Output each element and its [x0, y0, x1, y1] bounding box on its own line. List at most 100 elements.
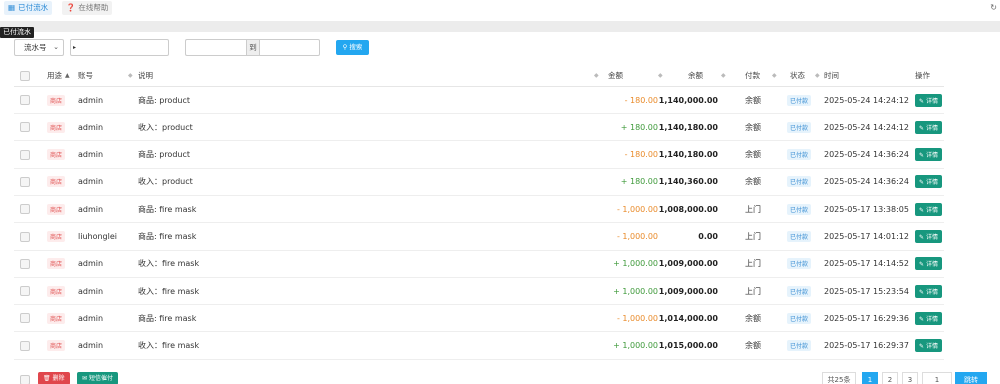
sort-icon: ◆	[594, 72, 599, 79]
col-payment[interactable]: 付款	[745, 65, 760, 86]
time-cell: 2025-05-24 14:24:12	[824, 122, 909, 132]
row-checkbox[interactable]	[20, 305, 30, 331]
sort-icon: ◆	[658, 72, 663, 79]
detail-cell: ✎ 详情	[915, 224, 942, 250]
purpose-cell: 商店	[47, 114, 66, 140]
account-cell: admin	[78, 122, 104, 132]
table-row: 商店 admin 收入：fire mask + 1,000.00 1,009,0…	[14, 251, 944, 278]
tab-online-help-label: 在线帮助	[78, 3, 109, 12]
purpose-badge: 商店	[47, 94, 66, 106]
purpose-cell: 商店	[47, 87, 66, 113]
col-balance[interactable]: 余额	[688, 65, 703, 86]
calendar-icon: ▦	[8, 3, 16, 12]
field-select-value: 流水号	[24, 43, 47, 52]
row-checkbox[interactable]	[20, 278, 30, 304]
row-checkbox[interactable]	[20, 169, 30, 195]
purpose-badge: 商店	[47, 176, 66, 188]
status-badge: 已付款	[787, 258, 812, 270]
amount-cell: + 1,000.00	[613, 341, 658, 351]
row-checkbox[interactable]	[20, 224, 30, 250]
footer-select-all-checkbox[interactable]	[20, 374, 30, 384]
time-cell: 2025-05-24 14:24:12	[824, 95, 909, 105]
search-button[interactable]: ⚲ 搜索	[336, 40, 369, 55]
status-cell: 已付款	[787, 251, 812, 277]
date-to-input[interactable]	[259, 39, 320, 56]
detail-button[interactable]: ✎ 详情	[915, 93, 942, 107]
table-row: 商店 admin 商品: product - 180.00 1,140,180.…	[14, 142, 944, 169]
status-badge: 已付款	[787, 94, 812, 106]
col-purpose[interactable]: 用途 ▲	[47, 65, 70, 86]
detail-button[interactable]: ✎ 详情	[915, 175, 942, 189]
col-amount[interactable]: 金额	[608, 65, 623, 86]
sms-remind-button[interactable]: ✉ 短信催付	[77, 372, 118, 384]
edit-icon: ✎	[919, 343, 925, 351]
refresh-icon[interactable]: ↻	[990, 3, 997, 12]
detail-button[interactable]: ✎ 详情	[915, 230, 942, 243]
detail-button[interactable]: ✎ 详情	[915, 311, 942, 325]
status-cell: 已付款	[787, 196, 812, 222]
page-jump-button[interactable]: 跳转	[955, 372, 987, 384]
page-3-button[interactable]: 3	[902, 372, 918, 384]
col-account[interactable]: 账号	[78, 65, 93, 86]
row-checkbox[interactable]	[20, 196, 30, 222]
edit-icon: ✎	[919, 179, 925, 187]
col-action: 操作	[915, 71, 930, 80]
description-cell: 收入：fire mask	[138, 341, 200, 351]
col-time[interactable]: 时间	[824, 65, 839, 86]
edit-icon: ✎	[919, 97, 925, 105]
payment-cell: 余额	[745, 150, 761, 160]
table-row: 商店 admin 商品: product - 180.00 1,140,000.…	[14, 87, 944, 114]
time-cell: 2025-05-17 14:14:52	[824, 259, 909, 269]
search-input[interactable]: ▸	[70, 39, 169, 56]
sort-icon: ◆	[128, 72, 133, 79]
sort-icon: ◆	[721, 72, 726, 79]
detail-button[interactable]: ✎ 详情	[915, 339, 942, 353]
status-badge: 已付款	[787, 312, 812, 324]
date-from-input[interactable]	[185, 39, 246, 56]
tab-paid-flow[interactable]: ▦ 已付流水	[4, 1, 53, 15]
detail-button[interactable]: ✎ 详情	[915, 257, 942, 271]
row-checkbox[interactable]	[20, 333, 30, 359]
table-row: 商店 admin 收入：fire mask + 1,000.00 1,009,0…	[14, 278, 944, 306]
tab-online-help[interactable]: ❓ 在线帮助	[62, 1, 113, 15]
row-checkbox[interactable]	[20, 251, 30, 277]
page-1-button[interactable]: 1	[862, 372, 878, 384]
sort-icon: ◆	[815, 72, 820, 79]
detail-button[interactable]: ✎ 详情	[915, 148, 942, 162]
page-jump-input[interactable]: 1	[922, 372, 952, 384]
description-cell: 商品: product	[138, 95, 191, 105]
purpose-cell: 商店	[47, 278, 66, 304]
row-checkbox[interactable]	[20, 114, 30, 140]
delete-button[interactable]: 🗑 删除	[38, 372, 70, 384]
detail-button[interactable]: ✎ 详情	[915, 120, 942, 134]
page-2-button[interactable]: 2	[882, 372, 898, 384]
envelope-icon: ✉	[82, 375, 88, 382]
purpose-badge: 商店	[47, 285, 66, 297]
table-row: 商店 admin 商品: fire mask - 1,000.00 1,014,…	[14, 305, 944, 333]
row-checkbox[interactable]	[20, 87, 30, 113]
detail-button[interactable]: ✎ 详情	[915, 202, 942, 216]
amount-cell: - 1,000.00	[616, 313, 658, 323]
detail-cell: ✎ 详情	[915, 142, 942, 168]
amount-cell: - 1,000.00	[616, 232, 658, 241]
col-desc[interactable]: 说明	[138, 65, 153, 86]
purpose-cell: 商店	[47, 251, 66, 277]
balance-cell: 1,140,000.00	[658, 95, 718, 105]
time-cell: 2025-05-24 14:36:24	[824, 150, 909, 160]
description-cell: 收入：fire mask	[138, 259, 200, 269]
table-row: 商店 admin 收入：product + 180.00 1,140,360.0…	[14, 169, 944, 196]
detail-cell: ✎ 详情	[915, 305, 942, 331]
select-all-checkbox[interactable]	[20, 65, 30, 86]
detail-button[interactable]: ✎ 详情	[915, 284, 942, 298]
account-cell: admin	[78, 313, 104, 323]
col-status[interactable]: 状态	[790, 65, 805, 86]
time-cell: 2025-05-24 14:36:24	[824, 177, 909, 187]
row-checkbox[interactable]	[20, 142, 30, 168]
caret-right-icon: ▸	[73, 44, 77, 51]
purpose-cell: 商店	[47, 196, 66, 222]
status-cell: 已付款	[787, 224, 812, 250]
status-cell: 已付款	[787, 87, 812, 113]
purpose-badge: 商店	[47, 231, 66, 242]
field-select[interactable]: 流水号 ⌄	[14, 39, 64, 56]
payment-cell: 上门	[745, 204, 761, 214]
